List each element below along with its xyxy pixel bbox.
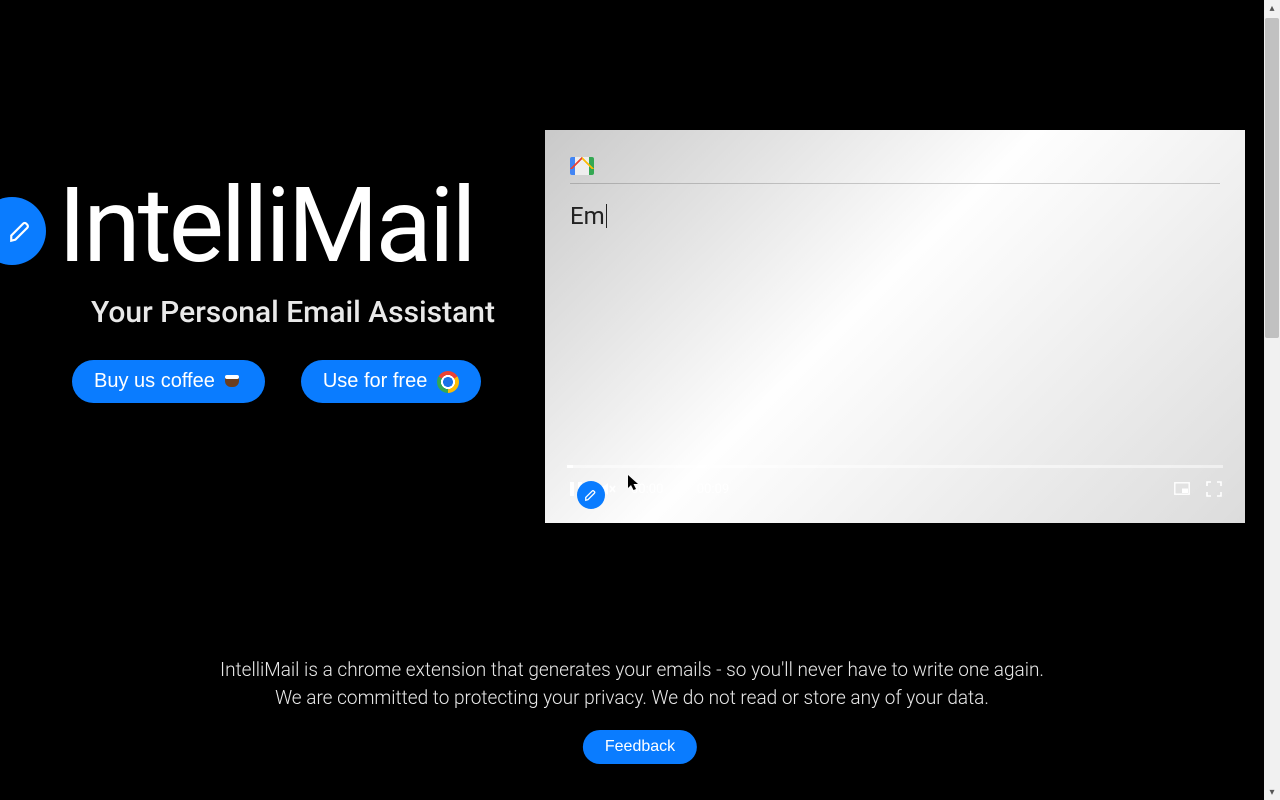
coffee-icon <box>225 375 243 389</box>
cursor-icon <box>628 475 640 491</box>
video-controls: 00:00 / 00:09 <box>545 465 1245 523</box>
use-for-free-button[interactable]: Use for free <box>301 360 481 403</box>
scrollbar-up-arrow[interactable]: ▴ <box>1264 0 1280 16</box>
gmail-icon <box>570 157 594 175</box>
video-overlay-edit-button[interactable] <box>577 481 605 509</box>
pencil-icon <box>584 488 598 502</box>
page-scrollbar[interactable]: ▴ ▾ <box>1264 0 1280 800</box>
page-title: IntelliMail <box>58 172 528 281</box>
text-caret-icon <box>606 204 607 228</box>
demo-typed-text: Em <box>570 202 607 230</box>
scrollbar-thumb[interactable] <box>1265 18 1279 338</box>
buy-coffee-label: Buy us coffee <box>94 370 215 393</box>
description-line-2: We are committed to protecting your priv… <box>0 684 1264 712</box>
description-block: IntelliMail is a chrome extension that g… <box>0 656 1264 711</box>
buy-coffee-button[interactable]: Buy us coffee <box>72 360 265 403</box>
fullscreen-icon <box>1206 481 1222 497</box>
chrome-icon <box>437 371 459 393</box>
demo-typed-value: Em <box>570 202 605 230</box>
demo-video[interactable]: Em 00:00 / 00:09 <box>545 130 1245 523</box>
video-progress-bar[interactable] <box>567 465 1223 468</box>
fullscreen-button[interactable] <box>1205 480 1223 498</box>
hero-section: IntelliMail Your Personal Email Assistan… <box>58 172 528 403</box>
feedback-button[interactable]: Feedback <box>583 730 697 764</box>
pencil-icon <box>8 218 34 244</box>
scrollbar-down-arrow[interactable]: ▾ <box>1264 784 1280 800</box>
description-line-1: IntelliMail is a chrome extension that g… <box>0 656 1264 684</box>
page-subtitle: Your Personal Email Assistant <box>58 295 528 330</box>
picture-in-picture-button[interactable] <box>1173 480 1191 498</box>
feedback-label: Feedback <box>605 738 675 755</box>
floating-edit-button[interactable] <box>0 197 46 265</box>
video-time-total: 00:09 <box>697 482 729 497</box>
use-for-free-label: Use for free <box>323 370 427 393</box>
pip-icon <box>1174 481 1190 497</box>
video-time-separator: / <box>677 482 682 497</box>
